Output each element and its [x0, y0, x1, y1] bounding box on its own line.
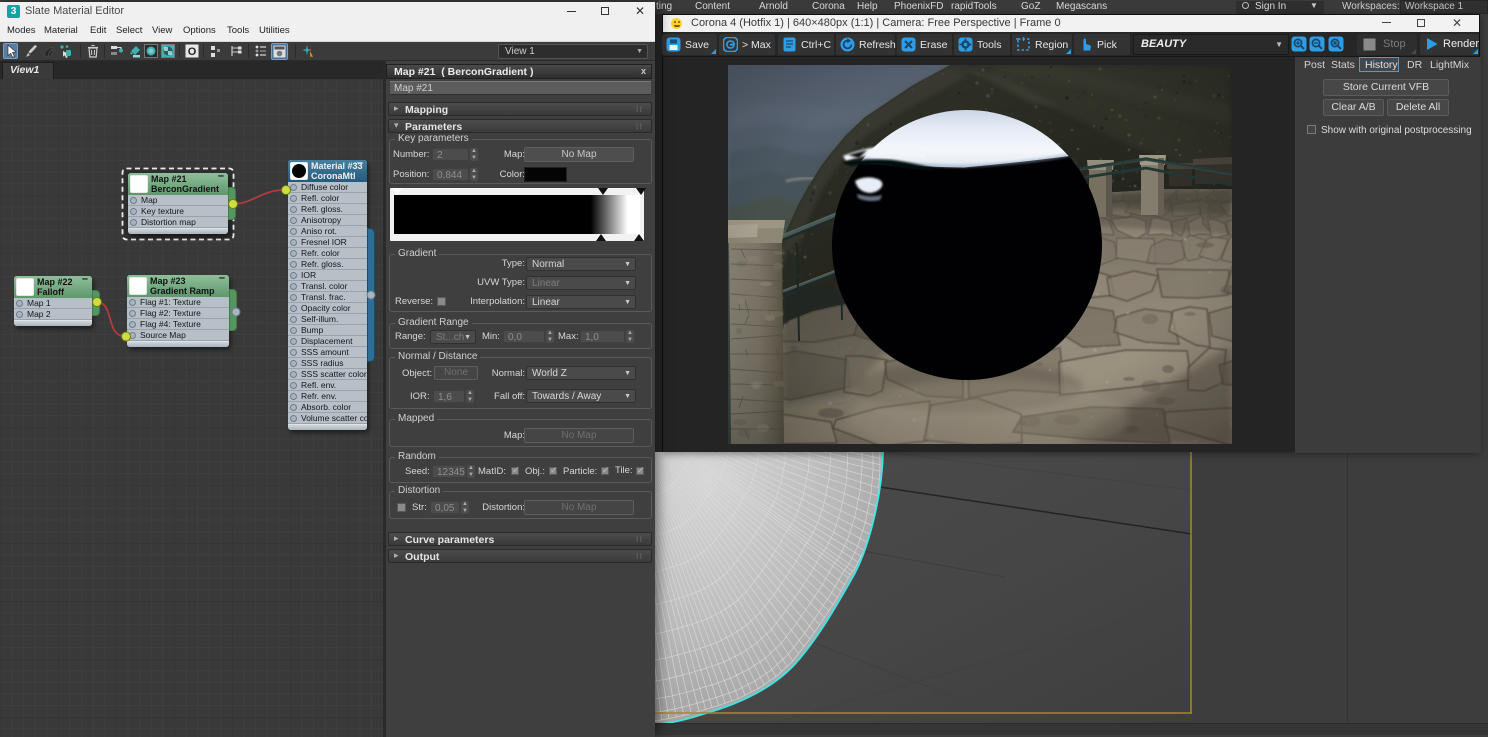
svg-text:O: O: [188, 46, 197, 58]
